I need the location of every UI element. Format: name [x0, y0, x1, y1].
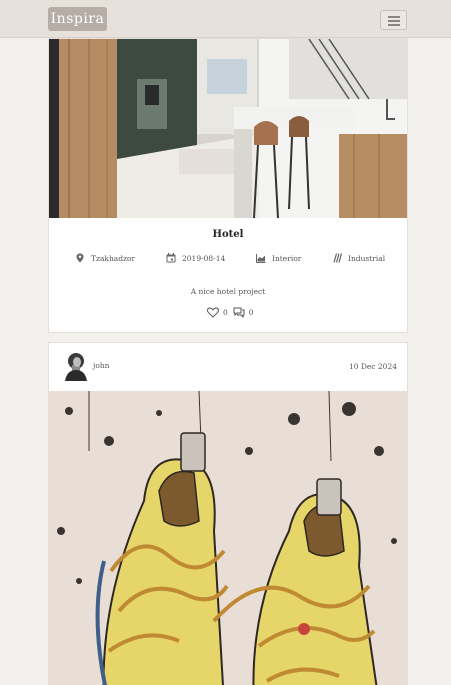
project-stats: 0 0 — [207, 307, 254, 318]
date-meta: 2019-08-14 — [166, 251, 225, 265]
comment-icon[interactable] — [233, 307, 245, 318]
heart-icon[interactable] — [207, 307, 219, 318]
category-meta: Interior — [256, 251, 301, 265]
hotel-room-image — [49, 39, 407, 218]
project-card[interactable]: Hotel Tzakhadzor 2019-08-14 Interior Ind… — [48, 38, 408, 333]
logo[interactable]: Inspira — [48, 7, 107, 31]
category-text: Interior — [272, 253, 302, 263]
style-stripes-icon — [333, 253, 342, 263]
comments-count: 0 — [248, 308, 254, 317]
author-name[interactable]: john — [93, 361, 110, 370]
sneakers-illustration — [49, 391, 407, 685]
post-card[interactable]: john 10 Dec 2024 — [48, 342, 408, 685]
project-title[interactable]: Hotel — [49, 229, 407, 240]
post-date: 10 Dec 2024 — [348, 362, 397, 371]
likes-count: 0 — [223, 308, 228, 317]
navbar: Inspira — [0, 0, 451, 38]
style-text: Industrial — [348, 253, 386, 263]
location-meta: Tzakhadzor — [75, 251, 135, 265]
style-meta: Industrial — [332, 251, 385, 265]
avatar[interactable] — [63, 351, 89, 381]
hamburger-menu-icon[interactable] — [380, 10, 407, 30]
date-text: 2019-08-14 — [182, 253, 226, 263]
map-pin-icon — [76, 253, 84, 263]
project-description: A nice hotel project — [190, 287, 266, 296]
post-photo[interactable] — [49, 391, 407, 685]
chart-icon — [256, 254, 266, 263]
project-photo[interactable] — [49, 39, 407, 218]
calendar-icon — [166, 253, 176, 263]
location-text: Tzakhadzor — [91, 253, 136, 263]
